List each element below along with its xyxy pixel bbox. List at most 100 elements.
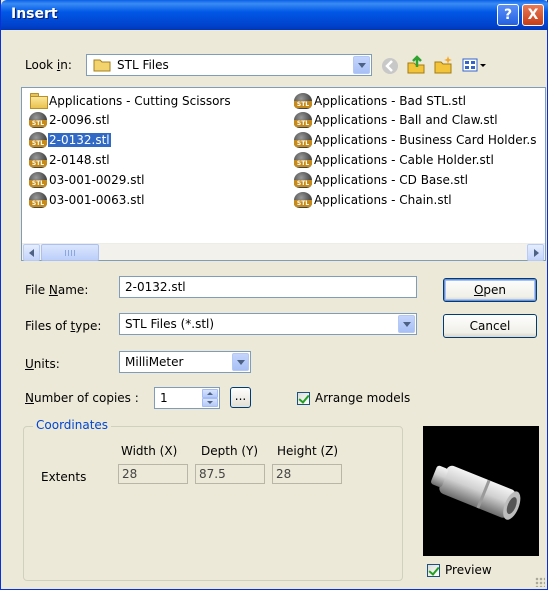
stl-file-icon	[294, 171, 312, 188]
extent-width-value: 28	[122, 467, 138, 481]
folder-item[interactable]: Applications - Cutting Scissors	[29, 92, 232, 109]
copies-options-button[interactable]: ...	[230, 387, 251, 408]
chevron-down-icon[interactable]	[353, 56, 370, 74]
file-item[interactable]: 2-0096.stl	[29, 112, 111, 129]
arrange-models-label: Arrange models	[315, 391, 411, 405]
file-item-name: Applications - Cutting Scissors	[49, 93, 231, 108]
folder-icon	[29, 93, 48, 109]
file-item-name: 03-001-0063.stl	[49, 192, 145, 207]
stl-file-icon	[29, 132, 47, 149]
file-name-label-suffix: ame:	[57, 283, 89, 297]
file-item[interactable]: 2-0148.stl	[29, 151, 111, 168]
file-name-label-key: N	[48, 283, 58, 297]
stl-file-icon	[294, 112, 312, 129]
open-button-label: pen	[483, 283, 507, 297]
copies-label-key: N	[25, 391, 34, 405]
file-item-name: Applications - Cable Holder.stl	[314, 152, 494, 167]
chevron-down-icon[interactable]	[398, 315, 415, 333]
file-name-label-prefix: File	[25, 283, 49, 297]
decrement-icon[interactable]	[202, 398, 218, 407]
file-item[interactable]: Applications - Cable Holder.stl	[294, 151, 495, 168]
extent-height-field: 28	[272, 464, 342, 484]
look-in-dropdown[interactable]: STL Files	[86, 54, 372, 76]
arrange-models-checkbox[interactable]	[297, 392, 310, 405]
file-item[interactable]: 03-001-0029.stl	[29, 171, 145, 188]
stl-file-icon	[29, 151, 47, 168]
folder-icon	[93, 58, 111, 72]
file-name-input[interactable]: 2-0132.stl	[119, 276, 417, 298]
files-of-type-label: Files of type:	[25, 319, 101, 333]
file-item-name: Applications - Business Card Holder.s	[314, 133, 537, 148]
file-item-name: Applications - CD Base.stl	[314, 172, 469, 187]
width-header: Width (X)	[121, 444, 178, 458]
help-button[interactable]: ?	[497, 4, 519, 26]
file-item[interactable]: 03-001-0063.stl	[29, 191, 145, 208]
model-preview-image	[431, 465, 521, 520]
look-in-label-prefix: Look	[25, 58, 57, 72]
file-item-name: 2-0096.stl	[49, 113, 110, 128]
horizontal-scrollbar[interactable]	[22, 243, 545, 261]
preview-checkbox[interactable]	[427, 564, 440, 577]
files-of-type-label-prefix: Files of	[25, 319, 71, 333]
stl-file-icon	[29, 171, 47, 188]
file-item[interactable]: Applications - Bad STL.stl	[294, 92, 467, 109]
files-of-type-label-suffix: ype:	[75, 319, 102, 333]
resize-grip[interactable]	[535, 577, 545, 587]
file-name-value: 2-0132.stl	[125, 280, 186, 294]
file-item-name: Applications - Bad STL.stl	[314, 93, 467, 108]
file-item[interactable]: Applications - CD Base.stl	[294, 171, 469, 188]
extent-height-value: 28	[276, 467, 292, 481]
look-in-value: STL Files	[117, 58, 169, 72]
units-value: MilliMeter	[125, 355, 184, 369]
height-header: Height (Z)	[277, 444, 339, 458]
open-button[interactable]: Open	[443, 278, 537, 302]
depth-header: Depth (Y)	[201, 444, 259, 458]
file-item[interactable]: Applications - Business Card Holder.s	[294, 132, 537, 149]
model-preview	[423, 426, 539, 556]
preview-label: Preview	[445, 563, 492, 577]
look-in-label-suffix: n:	[60, 58, 72, 72]
chevron-down-icon[interactable]	[232, 353, 249, 371]
copies-label: Number of copies :	[25, 391, 139, 405]
look-in-label: Look in:	[25, 58, 72, 72]
stl-file-icon	[294, 132, 312, 149]
back-icon[interactable]	[380, 56, 400, 76]
coordinates-title: Coordinates	[33, 418, 112, 432]
new-folder-icon[interactable]	[433, 55, 453, 75]
stl-file-icon	[294, 191, 312, 208]
increment-icon[interactable]	[202, 389, 218, 398]
file-item-name: 2-0148.stl	[49, 152, 110, 167]
stl-file-icon	[29, 112, 47, 129]
open-button-key: O	[473, 283, 484, 297]
extent-width-field: 28	[118, 464, 188, 484]
stl-file-icon	[29, 191, 47, 208]
file-item-name: Applications - Chain.stl	[314, 192, 452, 207]
file-item-name: Applications - Ball and Claw.stl	[314, 113, 498, 128]
file-item[interactable]: 2-0132.stl	[29, 132, 111, 149]
insert-dialog: Insert ? X Look in: STL Files Applicatio…	[0, 0, 548, 590]
scroll-right-button[interactable]	[527, 244, 544, 261]
cancel-button[interactable]: Cancel	[443, 314, 537, 338]
file-item-name: 03-001-0029.stl	[49, 172, 145, 187]
units-label-suffix: nits:	[33, 357, 60, 371]
stl-file-icon	[294, 151, 312, 168]
title-bar[interactable]: Insert ? X	[1, 0, 548, 30]
file-list[interactable]: Applications - Cutting Scissors 2-0096.st…	[21, 87, 546, 261]
scroll-thumb[interactable]	[41, 244, 99, 261]
copies-stepper[interactable]: 1	[154, 387, 220, 409]
copies-label-suffix: umber of copies :	[33, 391, 139, 405]
extent-depth-field: 87.5	[195, 464, 265, 484]
scroll-left-button[interactable]	[23, 244, 40, 261]
copies-value: 1	[160, 391, 168, 405]
extent-depth-value: 87.5	[199, 467, 226, 481]
file-item-name: 2-0132.stl	[48, 133, 111, 148]
file-item[interactable]: Applications - Chain.stl	[294, 191, 453, 208]
files-of-type-dropdown[interactable]: STL Files (*.stl)	[119, 313, 417, 335]
units-dropdown[interactable]: MilliMeter	[119, 351, 251, 373]
file-item[interactable]: Applications - Ball and Claw.stl	[294, 112, 499, 129]
units-label: Units:	[25, 357, 60, 371]
close-button[interactable]: X	[522, 4, 544, 26]
up-folder-icon[interactable]	[406, 55, 426, 75]
units-label-key: U	[25, 357, 34, 371]
view-menu-icon[interactable]	[461, 55, 487, 75]
